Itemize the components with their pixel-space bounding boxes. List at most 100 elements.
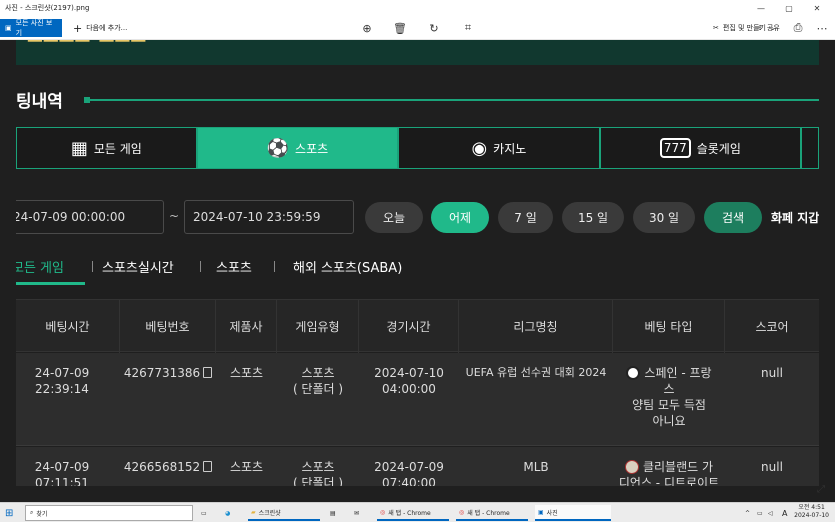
header-league: 리그명칭 xyxy=(459,300,613,353)
bet-time: 24-07-09 22:39:14 xyxy=(34,366,90,396)
photo-icon: ▣ xyxy=(538,508,544,516)
tab-all-games[interactable]: ▦ 모든 게임 xyxy=(16,127,197,169)
header-game-type: 게임유형 xyxy=(277,300,359,353)
table-row: 24-07-09 22:39:14 4267731386 스포츠 스포츠 ( 단… xyxy=(16,353,819,446)
tab-sports[interactable]: ⚽ 스포츠 xyxy=(196,127,399,169)
page-title: 팅내역 xyxy=(16,92,63,112)
15-days-button[interactable]: 15 일 xyxy=(562,202,624,233)
restore-icon[interactable]: ▢ xyxy=(775,0,803,16)
match-time: 2024-07-10 04:00:00 xyxy=(374,366,444,396)
soccer-ball-icon: ⚽ xyxy=(266,137,290,159)
30-days-button[interactable]: 30 일 xyxy=(633,202,695,233)
game-type: 스포츠 ( 단폴더 ) xyxy=(292,366,344,396)
title-divider xyxy=(88,99,819,101)
add-to-button[interactable]: + 다음에 추가... xyxy=(68,19,132,37)
soccer-ball-icon xyxy=(626,366,641,380)
table-row: 24-07-09 07:11:51 4266568152 스포츠 스포츠 ( 단… xyxy=(16,447,819,486)
site-header: ▀▀▀▀ ▀▀▀ xyxy=(16,40,819,65)
header-bet-type: 베팅 타입 xyxy=(613,300,725,353)
header-bet-number: 베팅번호 xyxy=(120,300,216,353)
share-icon: ⇪ xyxy=(757,24,763,32)
subtab-all-games[interactable]: 모든 게임 xyxy=(16,257,64,276)
subtab-divider xyxy=(200,261,201,272)
photo-icon: ▣ xyxy=(5,24,12,32)
game-type: 스포츠 ( 단폴더 ) xyxy=(292,460,344,486)
7-days-button[interactable]: 7 일 xyxy=(498,202,553,233)
baseball-icon xyxy=(624,460,639,474)
web-page: ▀▀▀▀ ▀▀▀ 팅내역 ▦ 모든 게임 ⚽ 스포츠 ◉ 카지노 777 슬롯게… xyxy=(16,40,819,486)
plus-icon: + xyxy=(73,21,83,35)
window-title-bar: 사진 - 스크린샷(2197).png xyxy=(0,0,835,16)
network-icon[interactable]: ▭ xyxy=(757,505,763,521)
delete-icon[interactable]: 🗑 xyxy=(392,20,408,36)
subtab-saba-sports[interactable]: 해외 스포츠(SABA) xyxy=(293,257,402,276)
edge-icon[interactable]: ◕ xyxy=(225,505,230,521)
photo-toolbar: ▣ 모든 사진 보기 + 다음에 추가... ⊕ 🗑 ↻ ⌗ ✂ 편집 및 만들… xyxy=(0,16,835,40)
tab-casino[interactable]: ◉ 카지노 xyxy=(398,127,600,169)
search-icon: ⌕ xyxy=(30,509,34,516)
score: null xyxy=(761,366,783,380)
share-button[interactable]: ⇪ 공유 xyxy=(752,19,785,37)
bet-number: 4266568152 xyxy=(120,459,216,475)
taskbar-app-chrome-1[interactable]: ◎ 새 탭 - Chrome xyxy=(377,505,449,521)
copy-icon[interactable] xyxy=(203,367,213,378)
game-subtabs: 모든 게임 스포츠실시간 스포츠 해외 스포츠(SABA) xyxy=(16,257,819,285)
subtab-live-sports[interactable]: 스포츠실시간 xyxy=(102,257,174,276)
header-bet-time: 베팅시간 xyxy=(16,300,120,353)
league: UEFA 유럽 선수권 대회 2024 xyxy=(465,366,607,379)
more-icon[interactable]: ⋯ xyxy=(814,20,830,36)
taskbar-app-photos[interactable]: ▣ 사진 xyxy=(535,505,611,521)
taskbar-clock[interactable]: 오전 4:51 2024-07-10 xyxy=(794,504,829,520)
date-from-input[interactable]: 24-07-09 00:00:00 xyxy=(16,200,164,234)
table-header: 베팅시간 베팅번호 제품사 게임유형 경기시간 리그명칭 베팅 타입 스코어 xyxy=(16,299,819,353)
bet-number: 4267731386 xyxy=(120,365,216,381)
chrome-icon: ◎ xyxy=(380,508,386,516)
rotate-icon[interactable]: ↻ xyxy=(426,20,442,36)
taskbar-app-screenshot[interactable]: ▰ 스크린샷 xyxy=(248,505,320,521)
yesterday-button[interactable]: 어제 xyxy=(431,202,489,233)
fullscreen-icon[interactable]: ⤢ xyxy=(817,484,825,495)
currency-wallet-label: 화페 지갑 xyxy=(771,211,819,225)
taskbar-app-chrome-2[interactable]: ◎ 새 탭 - Chrome xyxy=(456,505,528,521)
store-icon[interactable]: ▤ xyxy=(330,505,336,521)
subtab-divider xyxy=(92,261,93,272)
window-title: 사진 - 스크린샷(2197).png xyxy=(5,4,90,12)
provider: 스포츠 xyxy=(229,460,264,474)
header-match-time: 경기시간 xyxy=(359,300,459,353)
header-score: 스코어 xyxy=(755,320,789,334)
grid-icon: ▦ xyxy=(70,137,88,159)
mail-icon[interactable]: ✉ xyxy=(354,505,359,521)
bet-history-table: 베팅시간 베팅번호 제품사 게임유형 경기시간 리그명칭 베팅 타입 스코어 2… xyxy=(16,299,819,486)
crop-icon[interactable]: ⌗ xyxy=(460,20,476,36)
score: null xyxy=(761,460,783,474)
start-icon[interactable]: ⊞ xyxy=(5,505,13,521)
provider: 스포츠 xyxy=(229,366,264,380)
task-view-icon[interactable]: ▭ xyxy=(201,505,207,521)
category-tabs: ▦ 모든 게임 ⚽ 스포츠 ◉ 카지노 777 슬롯게임 xyxy=(16,127,819,169)
today-button[interactable]: 오늘 xyxy=(365,202,423,233)
view-all-photos-button[interactable]: ▣ 모든 사진 보기 xyxy=(0,19,62,37)
tray-chevron-icon[interactable]: ^ xyxy=(745,505,750,521)
active-subtab-indicator xyxy=(16,282,85,285)
date-range-separator: ~ xyxy=(169,209,180,223)
subtab-sports[interactable]: 스포츠 xyxy=(216,257,252,276)
close-icon[interactable]: ✕ xyxy=(803,0,831,16)
taskbar-search[interactable]: ⌕ 찾기 xyxy=(25,505,193,521)
minimize-icon[interactable]: — xyxy=(747,0,775,16)
copy-icon[interactable] xyxy=(203,461,213,472)
site-logo[interactable]: ▀▀▀▀ ▀▀▀ xyxy=(28,40,147,53)
slot-machine-icon: 777 xyxy=(659,138,691,158)
print-icon[interactable]: ⎙ xyxy=(790,20,806,36)
league: MLB xyxy=(523,460,549,474)
subtab-divider xyxy=(274,261,275,272)
bet-type: 클리블랜드 가 디언스 - 디트로이트 xyxy=(618,460,720,486)
search-button[interactable]: 검색 xyxy=(704,202,762,233)
bet-type: 스페인 - 프랑 스 양팀 모두 득점 아니요 xyxy=(613,365,725,429)
tab-slot-games[interactable]: 777 슬롯게임 xyxy=(599,127,802,169)
zoom-in-icon[interactable]: ⊕ xyxy=(359,20,375,36)
chrome-icon: ◎ xyxy=(459,508,465,516)
tab-more[interactable] xyxy=(801,127,819,169)
ime-indicator[interactable]: A xyxy=(782,505,787,521)
date-to-input[interactable]: 2024-07-10 23:59:59 xyxy=(184,200,354,234)
volume-icon[interactable]: ◁ xyxy=(768,505,773,521)
